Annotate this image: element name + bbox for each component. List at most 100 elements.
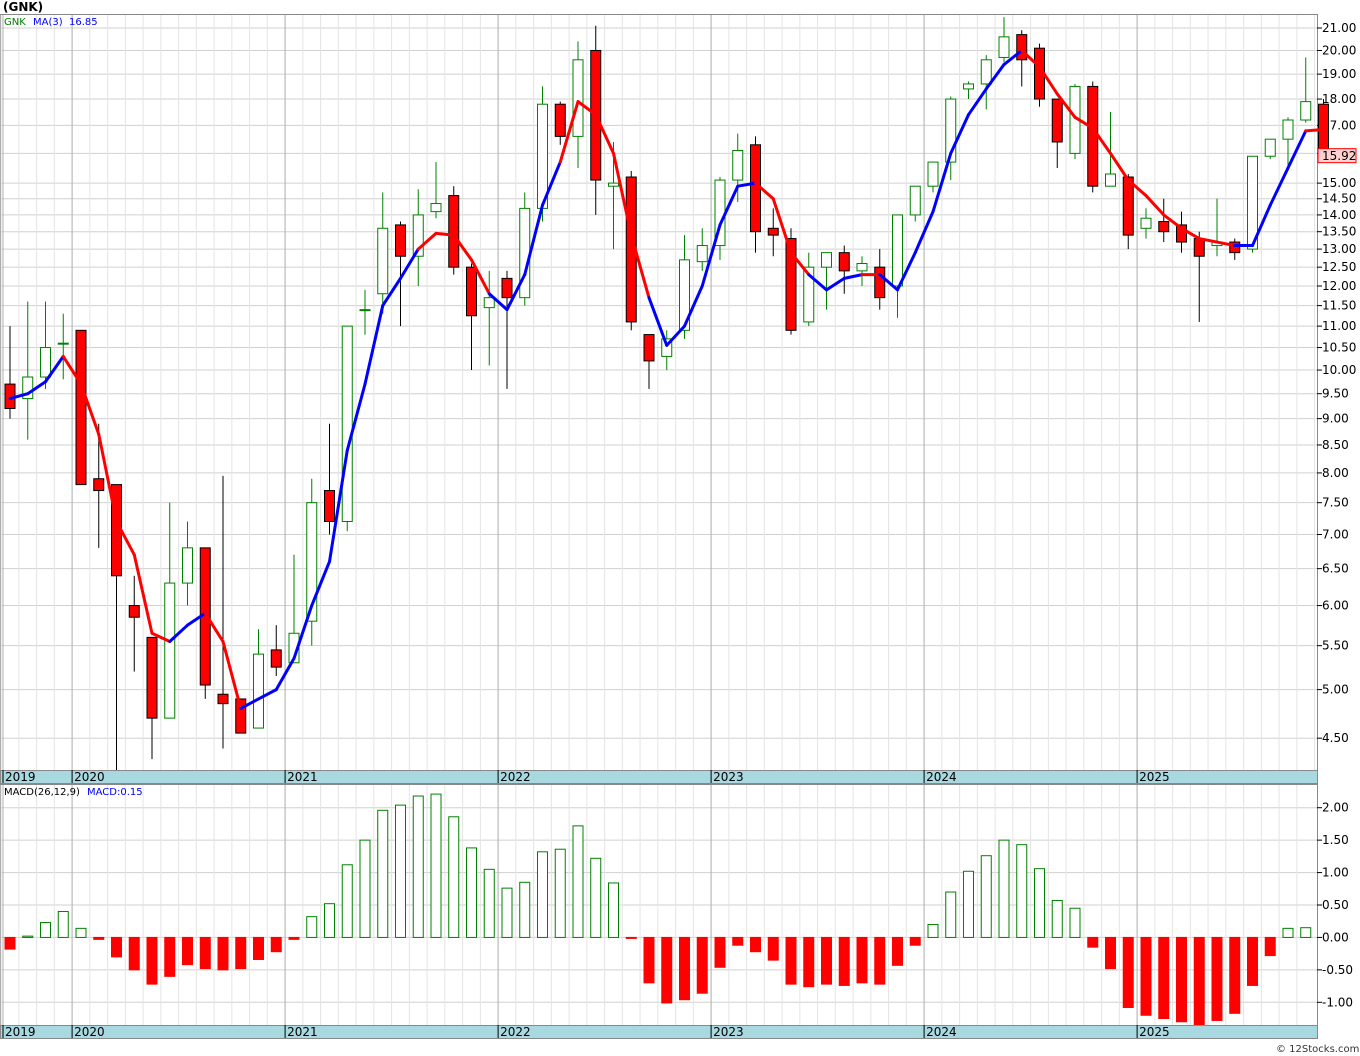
macd-bar-negative (1211, 936, 1223, 1021)
price-tick-label: 13.00 (1322, 242, 1356, 256)
price-tick-label: 15.00 (1322, 176, 1356, 190)
macd-bar-negative (679, 936, 690, 1001)
candle-down (128, 605, 140, 618)
macd-bar-negative (856, 936, 868, 984)
candle-down (750, 144, 761, 233)
price-tick-label: 10.50 (1322, 341, 1356, 355)
price-tick-label: 7.50 (1322, 496, 1349, 510)
macd-bar-positive (963, 870, 974, 938)
macd-bar-positive (501, 887, 513, 938)
macd-bar-negative (696, 936, 708, 994)
macd-bar-negative (1122, 936, 1134, 1008)
macd-bar-negative (821, 936, 832, 985)
candle-down (874, 266, 886, 299)
macd-bar-positive (57, 910, 69, 938)
candle-up (909, 185, 921, 216)
macd-bar-negative (750, 936, 761, 953)
candle-up (1300, 101, 1312, 121)
price-year-label: 2022 (500, 770, 531, 784)
macd-bar-negative (625, 936, 637, 939)
price-tick-label: 6.00 (1322, 599, 1349, 613)
macd-bar-positive (377, 809, 389, 938)
candle-up (57, 342, 69, 345)
macd-bar-negative (1247, 936, 1258, 986)
candle-down (466, 266, 477, 317)
macd-tick-label: -1.00 (1322, 995, 1353, 1009)
candle-up (892, 214, 903, 287)
candle-up (1282, 119, 1294, 140)
legend-ma-value: 16.85 (69, 17, 98, 28)
macd-bar-negative (785, 936, 797, 985)
candle-up (40, 347, 51, 378)
ma-segment (434, 231, 456, 237)
legend-symbol: GNK (4, 17, 26, 28)
candle-down (1051, 98, 1063, 143)
candle-down (767, 227, 779, 236)
macd-tick-label: 1.50 (1322, 833, 1349, 847)
macd-bar-negative (93, 936, 105, 940)
macd-bar-negative (1193, 936, 1205, 1026)
price-tick-label: 5.50 (1322, 639, 1349, 653)
price-year-label: 2023 (713, 770, 744, 784)
macd-tick-label: 1.00 (1322, 866, 1349, 880)
last-price-label: 15.92 (1322, 149, 1356, 163)
macd-bar-negative (643, 936, 655, 984)
candle-up (696, 245, 708, 263)
macd-bar-negative (1158, 936, 1170, 1020)
candle-up (732, 149, 744, 181)
macd-bar-positive (341, 864, 353, 938)
macd-bar-positive (22, 935, 34, 938)
macd-bar-negative (892, 936, 903, 966)
candle-up (608, 182, 619, 187)
candle-down (324, 490, 335, 523)
macd-bar-positive (395, 804, 406, 938)
macd-bar-negative (1087, 936, 1099, 948)
macd-tick-label: 2.00 (1322, 801, 1349, 815)
candle-down (75, 329, 87, 486)
candle-up (572, 59, 584, 137)
price-tick-label: 12.00 (1322, 279, 1356, 293)
candle-up (182, 547, 193, 584)
price-tick-label: 14.50 (1322, 192, 1356, 206)
macd-bar-positive (1034, 868, 1045, 938)
macd-tick-label: 0.50 (1322, 898, 1349, 912)
macd-bar-negative (235, 936, 247, 970)
macd-bar-positive (572, 825, 584, 938)
macd-year-label: 2024 (926, 1025, 957, 1039)
macd-tick-label: -0.50 (1322, 963, 1353, 977)
price-tick-label: 5.00 (1322, 683, 1349, 697)
macd-bar-positive (306, 916, 318, 938)
macd-bar-positive (998, 839, 1010, 938)
macd-bar-positive (1300, 927, 1312, 938)
macd-tick-label: 0.00 (1322, 930, 1349, 944)
price-tick-label: 8.00 (1322, 466, 1349, 480)
candle-down (1158, 221, 1170, 233)
price-tick-label: 9.00 (1322, 412, 1349, 426)
macd-legend-value: MACD:0.15 (87, 787, 143, 798)
macd-bar-negative (146, 936, 158, 985)
candle-down (838, 252, 850, 272)
macd-year-label: 2023 (713, 1025, 744, 1039)
macd-bar-positive (466, 847, 477, 938)
macd-bar-positive (1282, 927, 1294, 938)
candle-down (501, 277, 513, 299)
ma-segment (1304, 127, 1325, 133)
candle-down (1193, 238, 1205, 257)
macd-bar-positive (40, 922, 51, 938)
price-year-label: 2020 (74, 770, 105, 784)
candle-up (341, 325, 353, 523)
macd-bar-positive (1069, 907, 1081, 938)
macd-bar-negative (182, 936, 193, 966)
macd-y-axis: 2.00 1.50 1.00 0.50 0.00 -0.50 -1.00 (1317, 801, 1353, 1009)
candle-up (963, 83, 974, 90)
candle-down (1016, 34, 1028, 61)
macd-bar-positive (483, 868, 495, 938)
macd-year-label: 2019 (5, 1025, 36, 1039)
price-tick-label: 14.00 (1322, 208, 1356, 222)
macd-bar-positive (1016, 844, 1028, 938)
candle-down (395, 224, 406, 257)
candle-up (164, 582, 176, 719)
macd-bar-negative (270, 936, 282, 953)
price-tick-label: 7.00 (1322, 527, 1349, 541)
price-tick-label: 11.00 (1322, 319, 1356, 333)
